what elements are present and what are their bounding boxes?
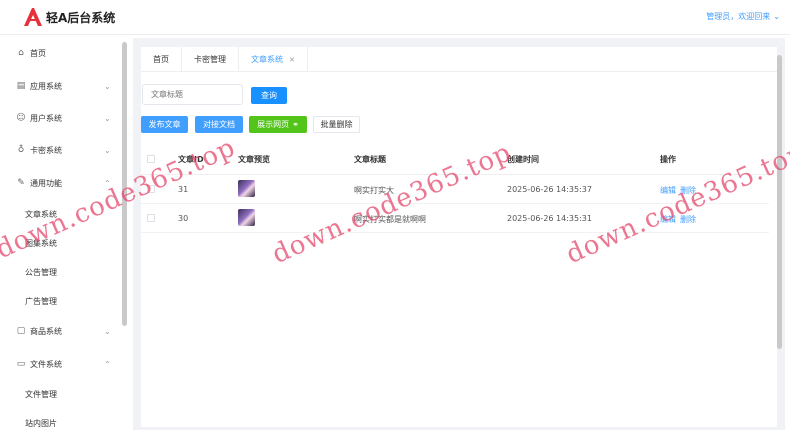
key-icon: ♁: [17, 145, 25, 155]
col-header-actions: 操作: [660, 155, 676, 164]
close-icon[interactable]: ✕: [289, 56, 295, 64]
sidebar-item-label: 首页: [30, 48, 46, 58]
chevron-up-icon: ⌃: [104, 359, 111, 369]
col-header-created: 创建时间: [507, 155, 539, 164]
sidebar-subitem-articles[interactable]: 文章系统: [25, 206, 57, 222]
article-title: 啊实打实大: [354, 186, 394, 195]
row-checkbox[interactable]: [147, 214, 155, 222]
tab-bar: 首页 卡密管理 文章系统 ✕: [141, 47, 777, 72]
sidebar-item-users[interactable]: ☺ 用户系统 ⌄: [0, 108, 122, 128]
sidebar-item-general[interactable]: ✎ 通用功能 ⌃: [0, 173, 122, 193]
col-header-id: 文章ID: [178, 155, 204, 164]
sidebar-subitem-notices[interactable]: 公告管理: [25, 264, 57, 280]
edit-icon: ✎: [17, 178, 25, 188]
tab-article-system[interactable]: 文章系统 ✕: [239, 47, 308, 72]
sidebar-item-label: 卡密系统: [30, 145, 62, 155]
publish-article-button[interactable]: 发布文章: [141, 116, 188, 133]
delete-link[interactable]: 删除: [680, 214, 696, 225]
folder-icon: ▭: [16, 359, 26, 369]
chevron-down-icon: ⌄: [104, 326, 111, 336]
sidebar-subitem-file-manage[interactable]: 文件管理: [25, 386, 57, 402]
row-checkbox[interactable]: [147, 185, 155, 193]
batch-delete-button[interactable]: 批量删除: [313, 116, 360, 133]
sidebar-item-label: 应用系统: [30, 81, 62, 91]
sidebar-subitem-site-images[interactable]: 站内图片: [25, 415, 57, 431]
chevron-up-icon: ⌃: [104, 178, 111, 188]
app-icon: ▤: [16, 81, 26, 91]
col-header-title: 文章标题: [354, 155, 386, 164]
sidebar-item-goods[interactable]: ▢ 商品系统 ⌄: [0, 321, 122, 341]
user-icon: ☺: [16, 113, 26, 123]
tab-home[interactable]: 首页: [141, 47, 182, 72]
api-doc-button[interactable]: 对接文档: [195, 116, 243, 133]
sidebar-item-label: 商品系统: [30, 326, 62, 336]
sidebar-scrollbar[interactable]: [122, 42, 127, 326]
user-greeting: 管理员，欢迎回来: [706, 12, 771, 21]
sidebar-item-home[interactable]: ⌂ 首页: [0, 43, 122, 63]
article-title: 啊实打实都是就啊啊: [354, 215, 426, 224]
table-row: 30 啊实打实都是就啊啊 2025-06-26 14:35:31 编辑 删除: [141, 204, 769, 233]
chevron-down-icon: ⌄: [104, 81, 111, 91]
demo-page-button[interactable]: 展示网页 ⚭: [249, 116, 307, 133]
main-area: 首页 卡密管理 文章系统 ✕ 查询 发布文章 对接文档 展示网页 ⚭ 批量删除 …: [133, 38, 785, 430]
article-created-time: 2025-06-26 14:35:31: [507, 214, 592, 223]
article-id: 31: [178, 185, 189, 194]
demo-page-label: 展示网页: [257, 120, 290, 129]
sidebar-subitem-ads[interactable]: 广告管理: [25, 293, 57, 309]
app-title: 轻A后台系统: [46, 11, 116, 25]
query-button[interactable]: 查询: [251, 87, 287, 104]
col-header-preview: 文章预览: [238, 155, 270, 164]
sidebar: ⌂ 首页 ▤ 应用系统 ⌄ ☺ 用户系统 ⌄ ♁ 卡密系统 ⌄ ✎ 通用功能 ⌃…: [0, 36, 129, 434]
sidebar-item-label: 文件系统: [30, 359, 62, 369]
delete-link[interactable]: 删除: [680, 185, 696, 196]
article-thumbnail[interactable]: [238, 180, 255, 197]
tab-label: 卡密管理: [194, 55, 226, 64]
bag-icon: ▢: [16, 326, 26, 336]
link-icon: ⚭: [292, 120, 299, 129]
chevron-down-icon: ⌄: [104, 145, 111, 155]
user-menu[interactable]: 管理员，欢迎回来 ⌄: [706, 11, 780, 22]
chevron-down-icon: ⌄: [773, 12, 780, 21]
edit-link[interactable]: 编辑: [660, 185, 676, 196]
sidebar-item-cards[interactable]: ♁ 卡密系统 ⌄: [0, 140, 122, 160]
sidebar-item-label: 用户系统: [30, 113, 62, 123]
tab-label: 文章系统: [251, 55, 283, 64]
chevron-down-icon: ⌄: [104, 113, 111, 123]
sidebar-item-files[interactable]: ▭ 文件系统 ⌃: [0, 354, 122, 374]
table-header: 文章ID 文章预览 文章标题 创建时间 操作: [141, 144, 769, 175]
sidebar-item-label: 通用功能: [30, 178, 62, 188]
tab-card-manage[interactable]: 卡密管理: [182, 47, 239, 72]
content-panel: 首页 卡密管理 文章系统 ✕ 查询 发布文章 对接文档 展示网页 ⚭ 批量删除 …: [141, 47, 782, 427]
select-all-checkbox[interactable]: [147, 155, 155, 163]
title-search-input[interactable]: [142, 84, 243, 105]
top-header: 轻A后台系统 管理员，欢迎回来 ⌄: [0, 0, 790, 35]
edit-link[interactable]: 编辑: [660, 214, 676, 225]
tab-label: 首页: [153, 55, 169, 64]
content-scrollbar[interactable]: [777, 55, 782, 349]
app-logo-icon: [24, 8, 42, 26]
article-created-time: 2025-06-26 14:35:37: [507, 185, 592, 194]
table-row: 31 啊实打实大 2025-06-26 14:35:37 编辑 删除: [141, 175, 769, 204]
article-id: 30: [178, 214, 189, 223]
sidebar-item-apps[interactable]: ▤ 应用系统 ⌄: [0, 76, 122, 96]
home-icon: ⌂: [18, 48, 24, 58]
article-thumbnail[interactable]: [238, 209, 255, 226]
sidebar-subitem-gallery[interactable]: 图集系统: [25, 235, 57, 251]
